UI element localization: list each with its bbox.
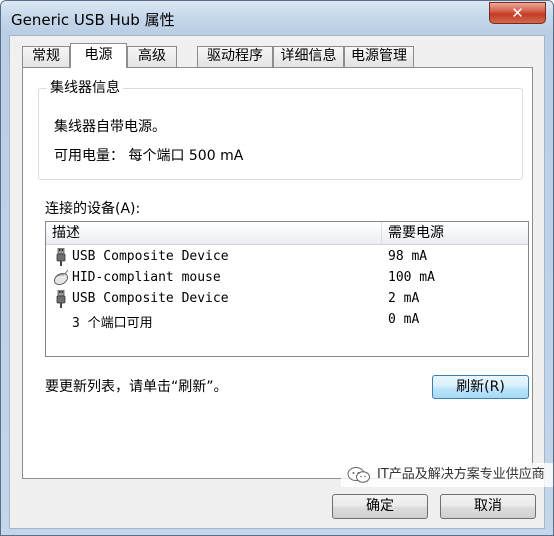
refresh-hint-text: 要更新列表，请单击“刷新”。 <box>45 379 228 395</box>
device-power: 2 mA <box>388 291 420 306</box>
device-power: 100 mA <box>388 270 435 285</box>
list-header: 描述 需要电源 <box>46 222 528 245</box>
available-power-label: 可用电量： <box>54 148 124 164</box>
refresh-button[interactable]: 刷新(R) <box>432 375 529 399</box>
tab-advanced[interactable]: 高级 <box>127 46 177 67</box>
properties-window: Generic USB Hub 属性 ✕ 常规 电源 高级 驱动程序 详细信息 … <box>0 0 554 536</box>
tab-details[interactable]: 详细信息 <box>273 46 344 67</box>
device-list[interactable]: 描述 需要电源 USB Composite Device 98 mA HID-c… <box>45 221 529 357</box>
close-icon: ✕ <box>511 4 524 22</box>
watermark: IT产品及解决方案专业供应商 <box>341 463 553 487</box>
tab-power[interactable]: 电源 <box>70 43 127 68</box>
dialog-client-area: 常规 电源 高级 驱动程序 详细信息 电源管理 集线器信息 集线器自带电源。 可… <box>9 35 545 529</box>
power-tab-panel: 集线器信息 集线器自带电源。 可用电量： 每个端口 500 mA 连接的设备(A… <box>22 67 533 479</box>
list-item[interactable]: USB Composite Device 98 mA <box>46 247 528 268</box>
close-button[interactable]: ✕ <box>489 2 546 24</box>
tab-label: 高级 <box>138 48 166 64</box>
tab-power-management[interactable]: 电源管理 <box>344 46 414 67</box>
title-bar[interactable]: Generic USB Hub 属性 ✕ <box>1 1 553 35</box>
tab-label: 详细信息 <box>280 48 337 64</box>
column-header-description[interactable]: 描述 <box>46 222 382 244</box>
list-item[interactable]: HID-compliant mouse 100 mA <box>46 268 528 289</box>
tab-label: 电源 <box>84 47 113 63</box>
tab-driver[interactable]: 驱动程序 <box>197 46 273 67</box>
device-name: USB Composite Device <box>72 291 229 306</box>
tab-general[interactable]: 常规 <box>22 46 70 67</box>
cancel-button[interactable]: 取消 <box>440 494 536 519</box>
watermark-text: IT产品及解决方案专业供应商 <box>377 467 545 482</box>
list-item[interactable]: 3 个端口可用 0 mA <box>46 310 528 331</box>
available-power-value: 每个端口 500 mA <box>128 148 244 164</box>
device-name: HID-compliant mouse <box>72 270 221 285</box>
connected-devices-label: 连接的设备(A): <box>45 201 141 217</box>
column-header-power[interactable]: 需要电源 <box>382 222 528 244</box>
device-name: 3 个端口可用 <box>72 316 153 331</box>
groupbox-title: 集线器信息 <box>47 80 123 96</box>
tab-label: 电源管理 <box>351 48 407 64</box>
usb-plug-icon <box>53 289 69 308</box>
device-power: 0 mA <box>388 312 420 327</box>
available-power-line: 可用电量： 每个端口 500 mA <box>54 145 243 165</box>
mouse-icon <box>53 269 69 287</box>
ok-button[interactable]: 确定 <box>332 494 428 519</box>
window-title: Generic USB Hub 属性 <box>11 11 175 29</box>
tab-label: 驱动程序 <box>207 48 263 64</box>
wechat-icon <box>347 466 371 484</box>
list-item[interactable]: USB Composite Device 2 mA <box>46 289 528 310</box>
hub-info-groupbox: 集线器信息 集线器自带电源。 可用电量： 每个端口 500 mA <box>38 80 523 180</box>
tab-label: 常规 <box>32 48 60 64</box>
usb-plug-icon <box>53 247 69 266</box>
device-power: 98 mA <box>388 249 428 264</box>
self-powered-text: 集线器自带电源。 <box>54 119 166 135</box>
device-name: USB Composite Device <box>72 249 229 264</box>
